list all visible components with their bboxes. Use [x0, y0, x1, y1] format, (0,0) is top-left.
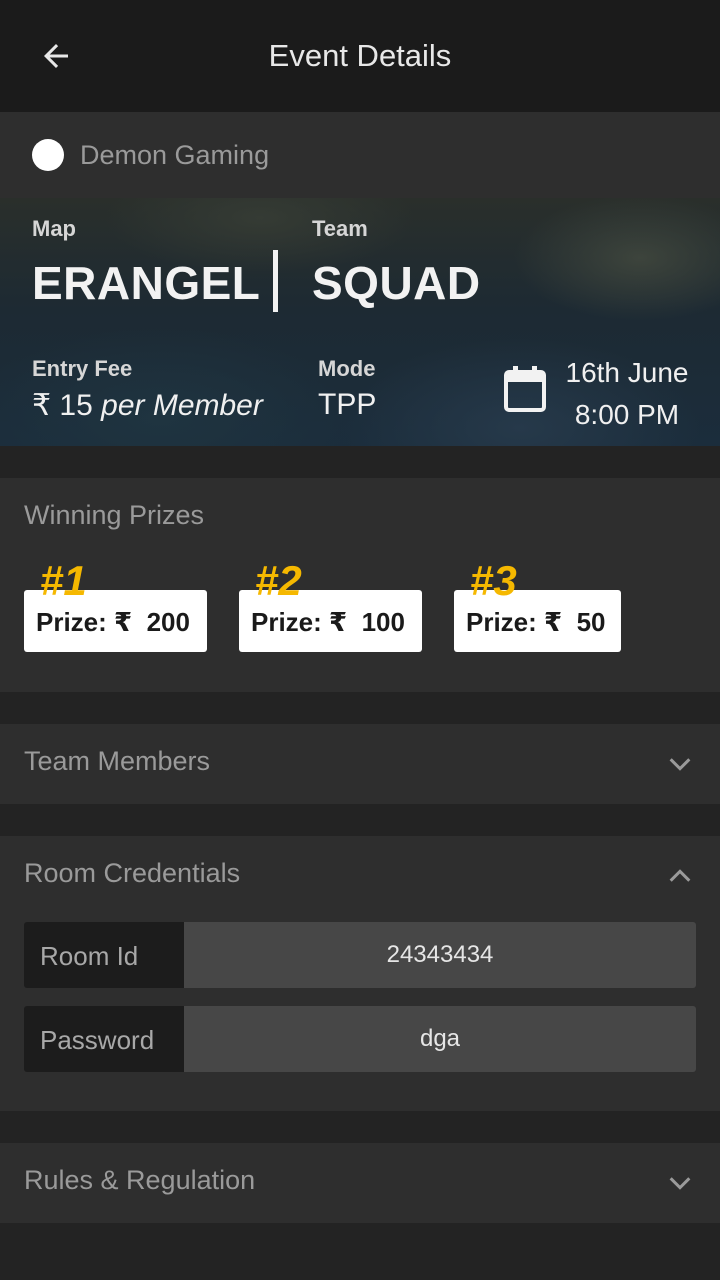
- password-label: Password: [24, 1006, 184, 1072]
- password-row: Password dga: [24, 1006, 696, 1072]
- calendar-icon: [504, 366, 546, 412]
- mode-label: Mode: [318, 356, 376, 381]
- chevron-down-icon[interactable]: [666, 1169, 694, 1197]
- team-value: SQUAD: [312, 257, 481, 309]
- team-label: Team: [312, 216, 368, 241]
- arrow-back-icon: [44, 44, 68, 68]
- prize-amount: Prize: ₹ 200: [36, 607, 190, 637]
- map-value: ERANGEL: [32, 257, 261, 309]
- organizer-avatar: [32, 139, 64, 171]
- prize-card-2: #2 Prize: ₹ 100: [239, 560, 422, 652]
- back-button[interactable]: [30, 30, 82, 82]
- mode-value: TPP: [318, 388, 377, 421]
- event-banner: Map ERANGEL Team SQUAD Entry Fee ₹ 15 pe…: [0, 198, 720, 446]
- event-datetime: 16th June 8:00 PM: [560, 352, 694, 436]
- chevron-down-icon[interactable]: [666, 750, 694, 778]
- entry-fee-value: ₹ 15 per Member: [32, 388, 263, 423]
- app-bar: Event Details: [0, 0, 720, 112]
- event-time: 8:00 PM: [574, 399, 680, 430]
- password-value[interactable]: dga: [184, 1006, 696, 1072]
- page-title: Event Details: [268, 38, 452, 73]
- entry-fee-label: Entry Fee: [32, 356, 133, 381]
- prize-card-1: #1 Prize: ₹ 200: [24, 560, 207, 652]
- event-date: 16th June: [565, 357, 689, 388]
- entry-fee-amount: ₹ 15: [32, 389, 93, 422]
- prize-amount: Prize: ₹ 50: [466, 607, 606, 637]
- prize-amount: Prize: ₹ 100: [251, 607, 405, 637]
- entry-fee-suffix: per Member: [101, 389, 263, 422]
- rules-title: Rules & Regulation: [24, 1165, 256, 1195]
- banner-divider: [273, 250, 278, 312]
- prize-card-3: #3 Prize: ₹ 50: [454, 560, 621, 652]
- map-label: Map: [32, 216, 76, 241]
- room-credentials-section: Room Credentials Room Id 24343434 Passwo…: [0, 836, 720, 1111]
- organizer-name: Demon Gaming: [80, 140, 270, 170]
- room-id-label: Room Id: [24, 922, 184, 988]
- team-members-section[interactable]: Team Members: [0, 724, 720, 804]
- room-id-value[interactable]: 24343434: [184, 922, 696, 988]
- rules-section[interactable]: Rules & Regulation: [0, 1143, 720, 1223]
- organizer-row[interactable]: Demon Gaming: [0, 112, 720, 198]
- winning-prizes-title: Winning Prizes: [24, 500, 205, 530]
- winning-prizes-card: Winning Prizes #1 Prize: ₹ 200 #2 Prize:…: [0, 478, 720, 692]
- team-members-title: Team Members: [24, 746, 211, 776]
- room-credentials-title: Room Credentials: [24, 858, 241, 888]
- chevron-up-icon[interactable]: [666, 862, 694, 890]
- room-id-row: Room Id 24343434: [24, 922, 696, 988]
